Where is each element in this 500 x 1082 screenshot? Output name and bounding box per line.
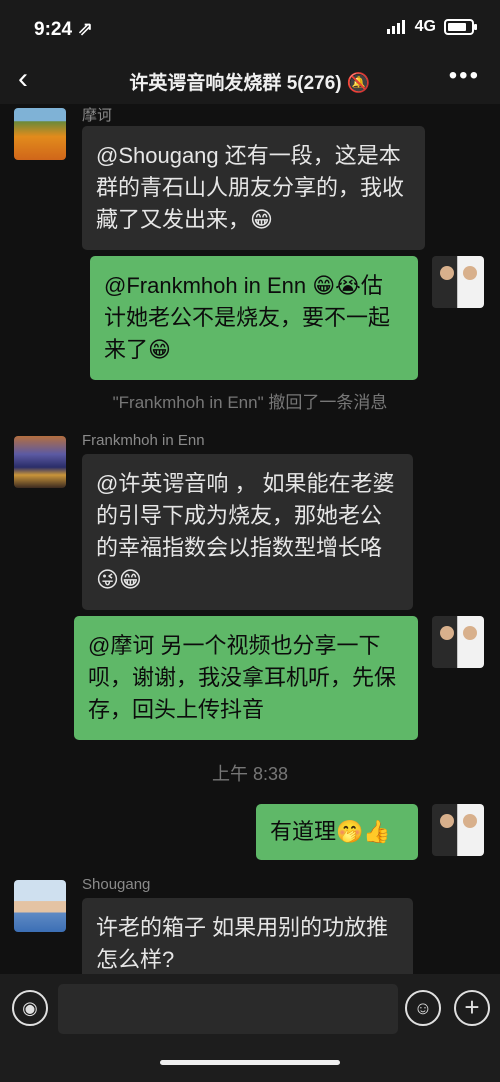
message-input[interactable] xyxy=(58,984,398,1034)
input-bar: ◉ ☺ + xyxy=(0,974,500,1082)
sender-name: Shougang xyxy=(82,876,151,893)
message-bubble[interactable]: @摩诃 另一个视频也分享一下呗，谢谢，我没拿耳机听，先保存，回头上传抖音 xyxy=(74,616,418,740)
self-avatar[interactable] xyxy=(432,256,484,308)
chat-title: 许英谔音响发烧群 5(276) 🔕 xyxy=(129,73,371,94)
signal-icon xyxy=(386,20,405,34)
self-avatar[interactable] xyxy=(432,616,484,668)
status-time: 9:24 ⇗ xyxy=(34,19,94,40)
message-bubble[interactable]: @Frankmhoh in Enn 😁😭估计她老公不是烧友，要不一起来了😁 xyxy=(90,256,418,380)
self-avatar[interactable] xyxy=(432,804,484,856)
emoji-icon[interactable]: ☺ xyxy=(405,990,441,1026)
message-bubble[interactable]: @Shougang 还有一段，这是本群的青石山人朋友分享的，我收藏了又发出来，😁 xyxy=(82,126,425,250)
sender-avatar[interactable] xyxy=(14,880,66,932)
nav-bar: ‹ 许英谔音响发烧群 5(276) 🔕 ••• xyxy=(0,58,500,104)
network-type: 4G xyxy=(414,18,436,35)
plus-icon[interactable]: + xyxy=(454,990,490,1026)
message-bubble[interactable]: @许英谔音响 ， 如果能在老婆的引导下成为烧友，那她老公的幸福指数会以指数型增长… xyxy=(82,454,413,610)
sender-name: Frankmhoh in Enn xyxy=(82,432,205,449)
battery-icon xyxy=(444,19,477,35)
recall-notice: "Frankmhoh in Enn" 撤回了一条消息 xyxy=(112,393,388,412)
sender-avatar[interactable] xyxy=(14,108,66,160)
sender-avatar[interactable] xyxy=(14,436,66,488)
sender-name: 摩诃 xyxy=(82,107,113,124)
message-bubble[interactable]: 有道理🤭👍 xyxy=(256,804,418,860)
more-button[interactable]: ••• xyxy=(449,62,480,90)
status-icons: 4G xyxy=(386,18,477,36)
status-bar: 9:24 ⇗ 4G xyxy=(0,0,500,58)
voice-icon[interactable]: ◉ xyxy=(12,990,48,1026)
chat-area[interactable]: 摩诃 @Shougang 还有一段，这是本群的青石山人朋友分享的，我收藏了又发出… xyxy=(0,104,500,974)
time-stamp: 上午 8:38 xyxy=(211,764,289,784)
home-indicator[interactable] xyxy=(160,1060,340,1065)
message-bubble[interactable]: 许老的箱子 如果用别的功放推 怎么样? xyxy=(82,898,413,974)
